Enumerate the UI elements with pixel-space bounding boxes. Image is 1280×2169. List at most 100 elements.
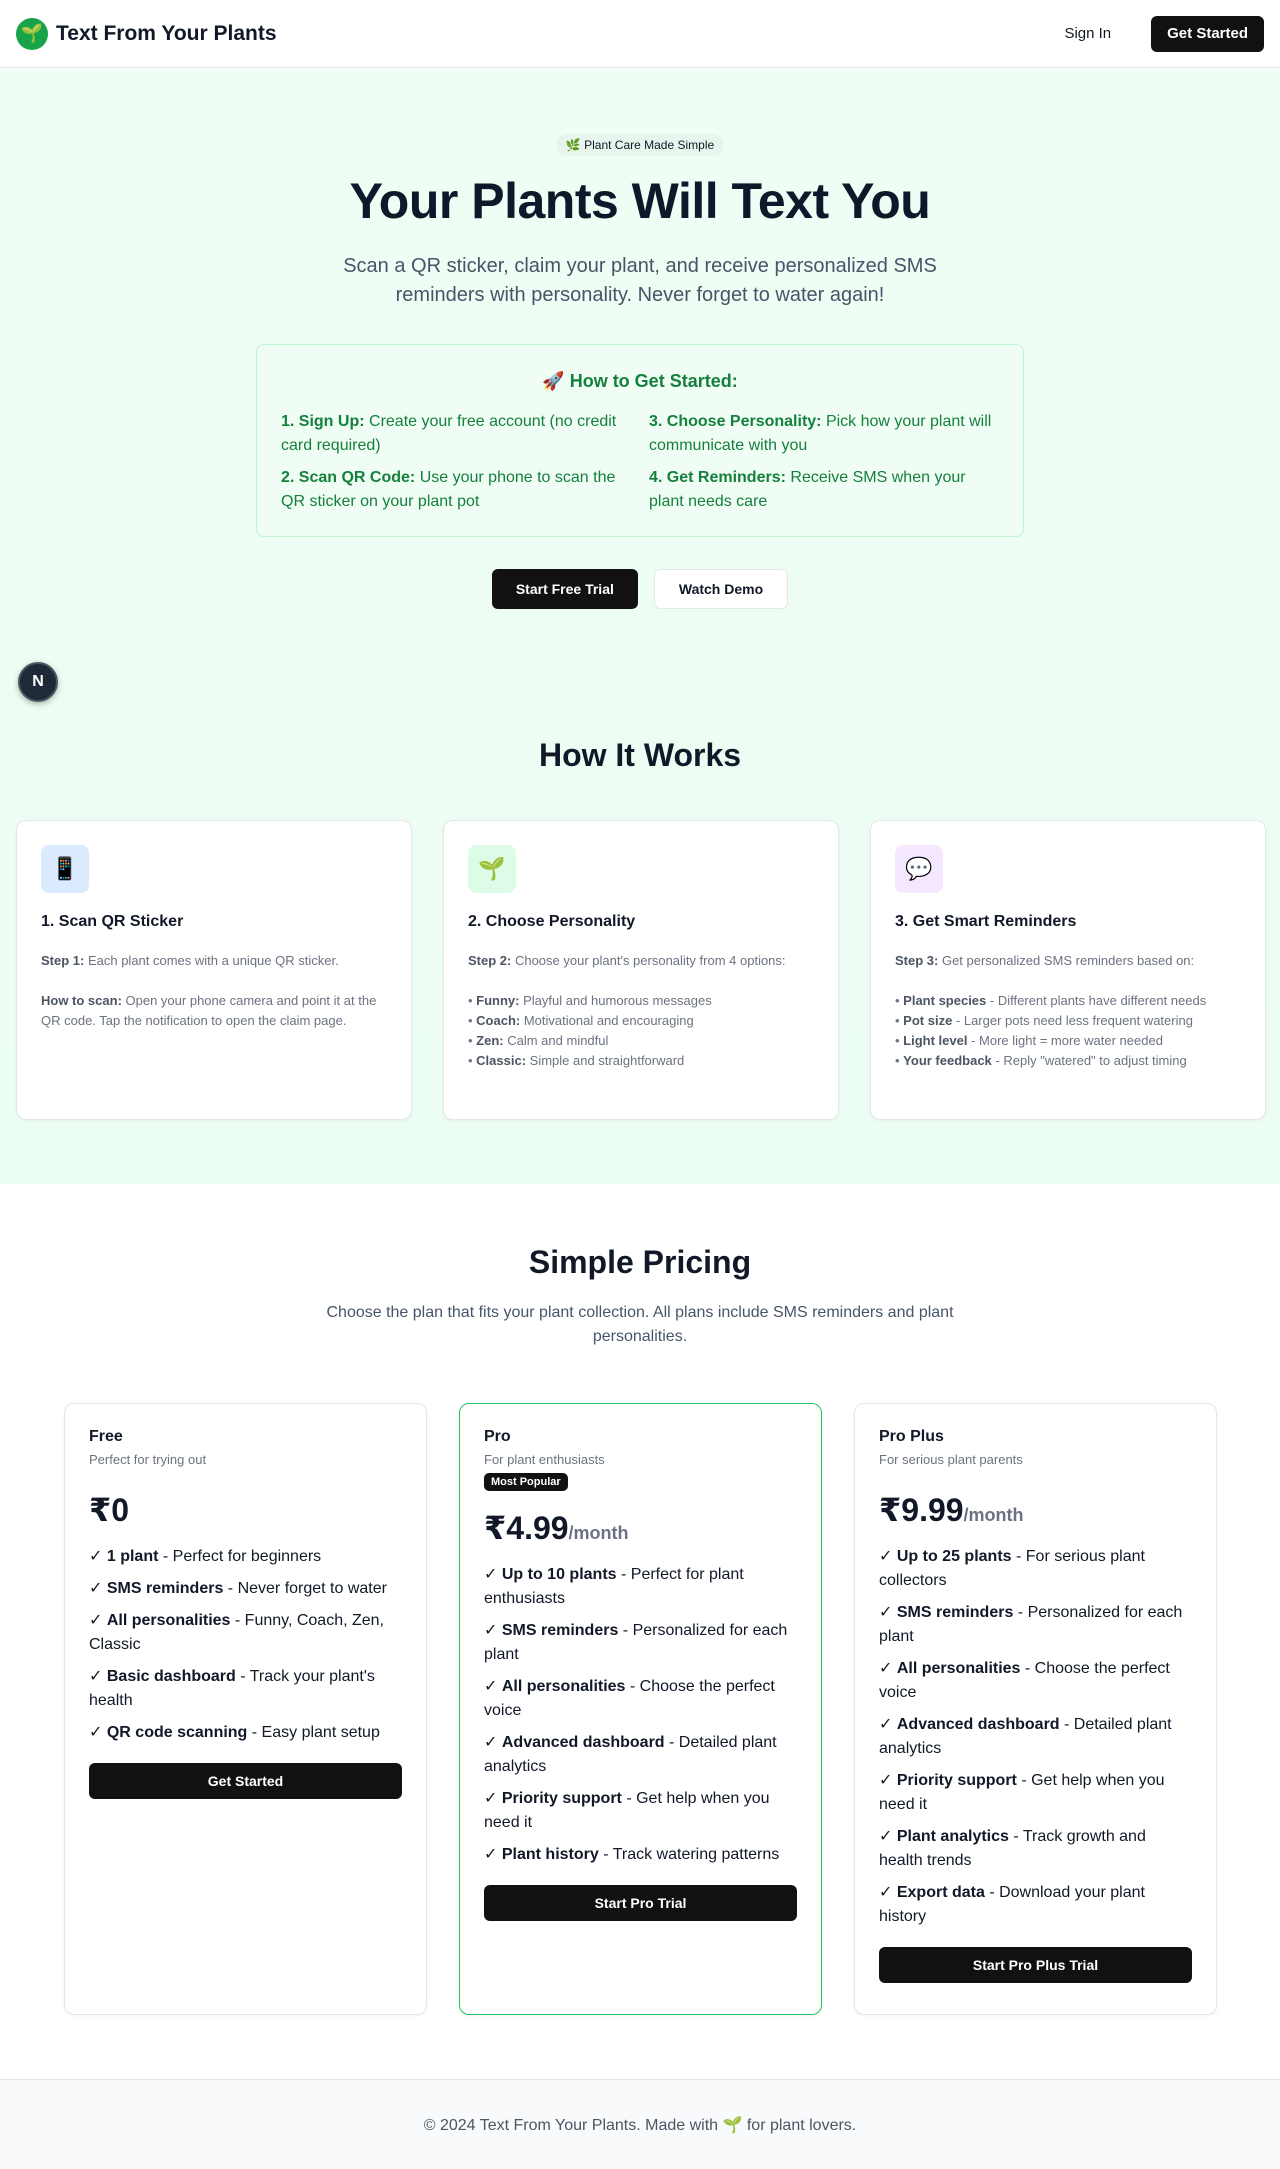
how-card-reminders: 💬 3. Get Smart Reminders Step 3: Get per…: [870, 820, 1266, 1120]
how-card-title: 3. Get Smart Reminders: [895, 913, 1077, 930]
feature-item: ✓ Advanced dashboard - Detailed plant an…: [879, 1716, 1172, 1757]
list-item: • Pot size - Larger pots need less frequ…: [895, 1013, 1193, 1028]
body-label: Step 3:: [895, 953, 939, 968]
guide-step: 3. Choose Personality: Pick how your pla…: [649, 410, 999, 458]
guide-step: 2. Scan QR Code: Use your phone to scan …: [281, 466, 631, 514]
guide-step-label: 1. Sign Up:: [281, 413, 365, 430]
hero-title: Your Plants Will Text You: [349, 173, 931, 229]
feature-list: ✓ Up to 25 plants - For serious plant co…: [879, 1545, 1192, 1929]
body-text: Choose your plant's personality from 4 o…: [511, 953, 786, 968]
price-amount: ₹0: [89, 1492, 130, 1528]
hero-section: 🌿 Plant Care Made Simple Your Plants Wil…: [0, 68, 1280, 1184]
body-label: Step 2:: [468, 953, 512, 968]
plan-card-pro-plus: Pro Plus For serious plant parents ₹9.99…: [854, 1403, 1217, 2015]
how-card-scan: 📱 1. Scan QR Sticker Step 1: Each plant …: [16, 820, 412, 1120]
brand[interactable]: 🌱 Text From Your Plants: [16, 17, 277, 50]
getting-started-guide: 🚀 How to Get Started: 1. Sign Up: Create…: [256, 344, 1024, 537]
feature-item: ✓ Up to 10 plants - Perfect for plant en…: [484, 1566, 744, 1607]
hero-actions: Start Free Trial Watch Demo: [0, 569, 1280, 609]
plan-name: Pro: [484, 1428, 511, 1445]
plan-name: Free: [89, 1428, 123, 1445]
plan-price: ₹0: [89, 1491, 402, 1529]
sprout-logo-icon: 🌱: [16, 17, 48, 50]
list-item: • Zen: Calm and mindful: [468, 1033, 609, 1048]
plan-description: For plant enthusiasts: [484, 1452, 605, 1467]
list-item: • Light level - More light = more water …: [895, 1033, 1163, 1048]
feature-item: ✓ Basic dashboard - Track your plant's h…: [89, 1668, 375, 1709]
feature-item: ✓ All personalities - Choose the perfect…: [484, 1678, 775, 1719]
guide-step: 4. Get Reminders: Receive SMS when your …: [649, 466, 999, 514]
personality-list: • Funny: Playful and humorous messages •…: [468, 991, 814, 1071]
footer-text: © 2024 Text From Your Plants. Made with …: [423, 2116, 857, 2134]
pricing-section: Simple Pricing Choose the plan that fits…: [0, 1184, 1280, 2079]
feature-item: ✓ Priority support - Get help when you n…: [879, 1772, 1165, 1813]
how-card-body: Step 2: Choose your plant's personality …: [468, 951, 814, 1071]
how-card-body: Step 1: Each plant comes with a unique Q…: [41, 951, 387, 1031]
body-label: Step 1:: [41, 953, 85, 968]
how-card-title: 2. Choose Personality: [468, 913, 636, 930]
sign-in-link[interactable]: Sign In: [1048, 15, 1127, 52]
feature-item: ✓ SMS reminders - Personalized for each …: [879, 1604, 1183, 1645]
free-get-started-button[interactable]: Get Started: [89, 1763, 402, 1799]
body-label: How to scan:: [41, 993, 122, 1008]
feature-item: ✓ QR code scanning - Easy plant setup: [89, 1724, 380, 1741]
feature-item: ✓ SMS reminders - Personalized for each …: [484, 1622, 788, 1663]
list-item: • Classic: Simple and straightforward: [468, 1053, 685, 1068]
feature-list: ✓ 1 plant - Perfect for beginners ✓ SMS …: [89, 1545, 402, 1745]
plan-card-free: Free Perfect for trying out ₹0 ✓ 1 plant…: [64, 1403, 427, 2015]
price-amount: ₹4.99: [484, 1510, 569, 1546]
feature-list: ✓ Up to 10 plants - Perfect for plant en…: [484, 1563, 797, 1867]
guide-steps: 1. Sign Up: Create your free account (no…: [281, 410, 999, 514]
pricing-cards: Free Perfect for trying out ₹0 ✓ 1 plant…: [0, 1403, 1280, 2015]
reminder-factors-list: • Plant species - Different plants have …: [895, 991, 1241, 1071]
site-footer: © 2024 Text From Your Plants. Made with …: [0, 2079, 1280, 2169]
start-pro-trial-button[interactable]: Start Pro Trial: [484, 1885, 797, 1921]
feature-item: ✓ Up to 25 plants - For serious plant co…: [879, 1548, 1145, 1589]
price-period: /month: [963, 1505, 1024, 1525]
feature-item: ✓ All personalities - Choose the perfect…: [879, 1660, 1170, 1701]
feature-item: ✓ Export data - Download your plant hist…: [879, 1884, 1145, 1925]
framework-badge-icon[interactable]: N: [18, 662, 58, 702]
price-period: /month: [568, 1523, 629, 1543]
guide-step-label: 3. Choose Personality:: [649, 413, 822, 430]
plan-description: Perfect for trying out: [89, 1452, 207, 1467]
plan-price: ₹9.99/month: [879, 1491, 1192, 1529]
plan-description: For serious plant parents: [879, 1452, 1023, 1467]
speech-bubble-icon: 💬: [895, 845, 943, 893]
how-card-title: 1. Scan QR Sticker: [41, 913, 184, 930]
header-nav: Sign In Get Started: [1048, 15, 1264, 52]
body-text: Get personalized SMS reminders based on:: [938, 953, 1195, 968]
how-card-personality: 🌱 2. Choose Personality Step 2: Choose y…: [443, 820, 839, 1120]
most-popular-badge: Most Popular: [484, 1473, 568, 1491]
plan-card-pro: Pro For plant enthusiasts Most Popular ₹…: [459, 1403, 822, 2015]
how-it-works-cards: 📱 1. Scan QR Sticker Step 1: Each plant …: [0, 820, 1280, 1184]
seedling-icon: 🌱: [468, 845, 516, 893]
plan-price: ₹4.99/month: [484, 1509, 797, 1547]
feature-item: ✓ Plant history - Track watering pattern…: [484, 1846, 780, 1863]
plan-name: Pro Plus: [879, 1428, 944, 1445]
list-item: • Coach: Motivational and encouraging: [468, 1013, 694, 1028]
start-free-trial-button[interactable]: Start Free Trial: [491, 569, 638, 609]
guide-step-label: 4. Get Reminders:: [649, 469, 786, 486]
feature-item: ✓ Plant analytics - Track growth and hea…: [879, 1828, 1146, 1869]
list-item: • Plant species - Different plants have …: [895, 993, 1207, 1008]
pricing-subtitle: Choose the plan that fits your plant col…: [326, 1304, 954, 1345]
feature-item: ✓ 1 plant - Perfect for beginners: [89, 1548, 322, 1565]
feature-item: ✓ Advanced dashboard - Detailed plant an…: [484, 1734, 777, 1775]
pricing-title: Simple Pricing: [528, 1244, 752, 1280]
how-it-works-title: How It Works: [538, 737, 742, 773]
feature-item: ✓ Priority support - Get help when you n…: [484, 1790, 770, 1831]
list-item: • Your feedback - Reply "watered" to adj…: [895, 1053, 1187, 1068]
guide-step-label: 2. Scan QR Code:: [281, 469, 416, 486]
get-started-button[interactable]: Get Started: [1151, 15, 1264, 52]
brand-name: Text From Your Plants: [56, 21, 277, 45]
start-pro-plus-trial-button[interactable]: Start Pro Plus Trial: [879, 1947, 1192, 1983]
how-card-body: Step 3: Get personalized SMS reminders b…: [895, 951, 1241, 1071]
site-header: 🌱 Text From Your Plants Sign In Get Star…: [0, 0, 1280, 68]
price-amount: ₹9.99: [879, 1492, 964, 1528]
feature-item: ✓ All personalities - Funny, Coach, Zen,…: [89, 1612, 384, 1653]
list-item: • Funny: Playful and humorous messages: [468, 993, 712, 1008]
body-text: Each plant comes with a unique QR sticke…: [84, 953, 339, 968]
tagline-pill: 🌿 Plant Care Made Simple: [555, 134, 725, 156]
watch-demo-button[interactable]: Watch Demo: [653, 569, 789, 609]
